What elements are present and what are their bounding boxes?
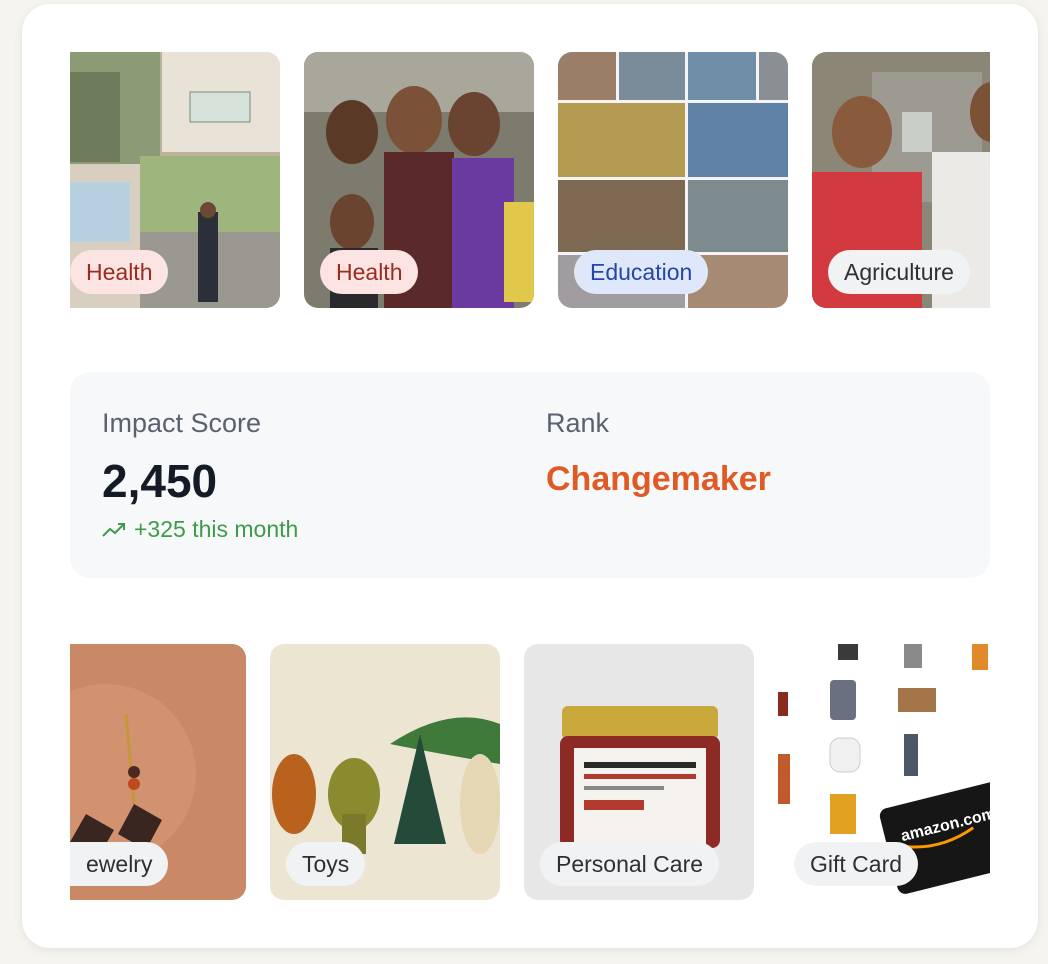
trending-up-icon <box>102 522 125 537</box>
product-tile-jewelry[interactable]: ewelry <box>70 644 246 900</box>
impact-score-value: 2,450 <box>102 455 218 507</box>
score-trend: +325 this month <box>102 516 298 543</box>
product-tag: Toys <box>286 842 366 886</box>
impact-score-label: Impact Score <box>102 408 262 438</box>
product-tag: Personal Care <box>540 842 720 886</box>
cause-tag: Health <box>70 250 169 294</box>
product-tag: Gift Card <box>794 842 919 886</box>
product-carousel[interactable]: ewelry Toys Personal Care amazon.com Gif… <box>70 644 990 900</box>
cause-tile-health-2[interactable]: Health <box>304 52 534 308</box>
rank-value: Changemaker <box>546 460 771 498</box>
trend-text: +325 this month <box>134 516 299 542</box>
rewards-card: Health Health Education Agriculture Impa… <box>22 4 1038 948</box>
cause-tile-agriculture[interactable]: Agriculture <box>812 52 990 308</box>
product-tile-gift-card[interactable]: amazon.com Gift Card <box>778 644 990 900</box>
cause-tag: Health <box>320 250 419 294</box>
cause-tag: Agriculture <box>828 250 970 294</box>
cause-tag: Education <box>574 250 709 294</box>
rank-label: Rank <box>546 408 610 438</box>
cause-tile-health-1[interactable]: Health <box>70 52 280 308</box>
product-tile-personal-care[interactable]: Personal Care <box>524 644 754 900</box>
product-tile-toys[interactable]: Toys <box>270 644 500 900</box>
product-tag: ewelry <box>70 842 169 886</box>
cause-tile-education[interactable]: Education <box>558 52 788 308</box>
impact-stats-panel: Impact Score 2,450 +325 this month Rank … <box>70 372 990 578</box>
cause-carousel[interactable]: Health Health Education Agriculture <box>70 52 990 308</box>
